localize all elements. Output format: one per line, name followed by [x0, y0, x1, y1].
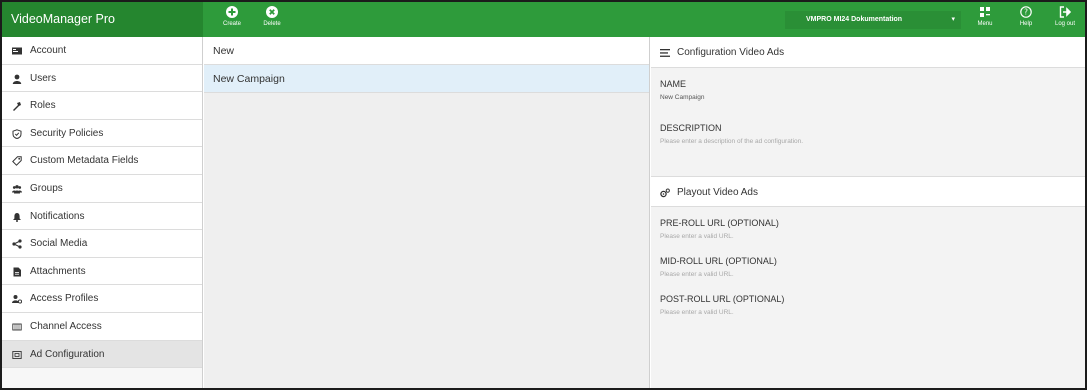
- description-label: DESCRIPTION: [660, 123, 722, 133]
- channel-icon: [12, 322, 24, 332]
- config-section-header: Configuration Video Ads: [651, 37, 1085, 68]
- file-icon: [12, 267, 24, 277]
- playout-section-header: Playout Video Ads: [651, 176, 1085, 207]
- description-field[interactable]: Please enter a description of the ad con…: [660, 137, 1076, 147]
- plus-circle-icon: [226, 6, 238, 18]
- sidebar-item-label: Social Media: [30, 238, 88, 250]
- logout-label: Log out: [1054, 21, 1076, 27]
- preroll-url-field[interactable]: Please enter a valid URL.: [660, 232, 1076, 242]
- postroll-label: POST-ROLL URL (OPTIONAL): [660, 294, 785, 304]
- menu-label: Menu: [977, 21, 993, 27]
- app-window: VideoManager Pro Create Delete VMPRO MI2…: [0, 0, 1087, 390]
- project-select-value: VMPRO MI24 Dokumentation: [806, 16, 903, 23]
- sidebar-item-label: Ad Configuration: [30, 348, 105, 360]
- sidebar: Account Users Roles Security Policies Cu…: [2, 37, 203, 388]
- sidebar-item-label: Channel Access: [30, 320, 102, 332]
- midroll-url-field[interactable]: Please enter a valid URL.: [660, 270, 1076, 280]
- sidebar-item-notifications[interactable]: Notifications: [2, 202, 202, 231]
- config-section-title: Configuration Video Ads: [677, 47, 785, 58]
- logout-button[interactable]: Log out: [1048, 6, 1082, 34]
- close-circle-icon: [266, 6, 278, 18]
- sidebar-item-attachments[interactable]: Attachments: [2, 257, 202, 286]
- shield-icon: [12, 129, 24, 139]
- postroll-url-field[interactable]: Please enter a valid URL.: [660, 308, 1076, 318]
- config-section-body: NAME New Campaign DESCRIPTION Please ent…: [651, 68, 1085, 176]
- help-button[interactable]: ? Help: [1009, 6, 1043, 34]
- sidebar-item-label: Security Policies: [30, 127, 104, 139]
- help-icon: ?: [1020, 6, 1032, 18]
- delete-button[interactable]: Delete: [255, 6, 289, 34]
- project-select[interactable]: VMPRO MI24 Dokumentation ▾: [785, 11, 961, 29]
- sidebar-item-label: Attachments: [30, 265, 86, 277]
- sidebar-item-ad-configuration[interactable]: Ad Configuration: [2, 340, 202, 369]
- campaign-list: New New Campaign: [204, 37, 650, 388]
- sidebar-item-security-policies[interactable]: Security Policies: [2, 119, 202, 148]
- sidebar-item-roles[interactable]: Roles: [2, 92, 202, 120]
- sidebar-item-label: Users: [30, 72, 57, 84]
- playout-section: Playout Video Ads: [651, 176, 1085, 207]
- delete-label: Delete: [263, 21, 281, 27]
- name-field[interactable]: New Campaign: [660, 93, 1076, 103]
- sidebar-item-label: Custom Metadata Fields: [30, 155, 139, 167]
- sidebar-item-label: Roles: [30, 100, 56, 112]
- svg-text:?: ?: [1024, 8, 1028, 17]
- details-panel: Configuration Video Ads NAME New Campaig…: [651, 37, 1085, 388]
- list-icon: [660, 48, 670, 58]
- share-icon: [12, 239, 24, 249]
- ad-icon: [12, 350, 24, 360]
- name-label: NAME: [660, 79, 687, 89]
- midroll-label: MID-ROLL URL (OPTIONAL): [660, 256, 777, 266]
- sidebar-item-account[interactable]: Account: [2, 37, 202, 65]
- menu-button[interactable]: Menu: [968, 6, 1002, 34]
- sidebar-item-label: Account: [30, 45, 67, 56]
- sidebar-item-groups[interactable]: Groups: [2, 174, 202, 203]
- logout-icon: [1059, 6, 1071, 18]
- account-icon: [12, 46, 24, 56]
- user-icon: [12, 74, 24, 84]
- sidebar-item-access-profiles[interactable]: Access Profiles: [2, 285, 202, 313]
- gears-icon: [660, 188, 670, 198]
- help-label: Help: [1019, 21, 1033, 27]
- create-label: Create: [222, 21, 241, 27]
- playout-section-body: PRE-ROLL URL (OPTIONAL) Please enter a v…: [651, 207, 1085, 318]
- grid-menu-icon: [980, 7, 990, 17]
- sidebar-item-label: Groups: [30, 182, 63, 194]
- sidebar-item-channel-access[interactable]: Channel Access: [2, 312, 202, 341]
- bell-icon: [12, 212, 24, 222]
- sidebar-item-label: Notifications: [30, 210, 85, 222]
- access-profile-icon: [12, 294, 24, 304]
- sidebar-item-social-media[interactable]: Social Media: [2, 230, 202, 258]
- roles-icon: [12, 101, 24, 112]
- sidebar-item-label: Access Profiles: [30, 293, 99, 305]
- tag-icon: [12, 156, 24, 167]
- sidebar-item-custom-metadata-fields[interactable]: Custom Metadata Fields: [2, 147, 202, 175]
- app-title: VideoManager Pro: [2, 2, 203, 37]
- top-bar: VideoManager Pro Create Delete VMPRO MI2…: [2, 2, 1085, 37]
- group-icon: [12, 184, 24, 194]
- list-item-new-campaign[interactable]: New Campaign: [204, 65, 649, 93]
- create-button[interactable]: Create: [215, 6, 249, 34]
- playout-section-title: Playout Video Ads: [677, 187, 758, 198]
- sidebar-item-users[interactable]: Users: [2, 64, 202, 93]
- list-item-new[interactable]: New: [204, 37, 649, 65]
- preroll-label: PRE-ROLL URL (OPTIONAL): [660, 218, 779, 228]
- chevron-down-icon: ▾: [951, 16, 955, 23]
